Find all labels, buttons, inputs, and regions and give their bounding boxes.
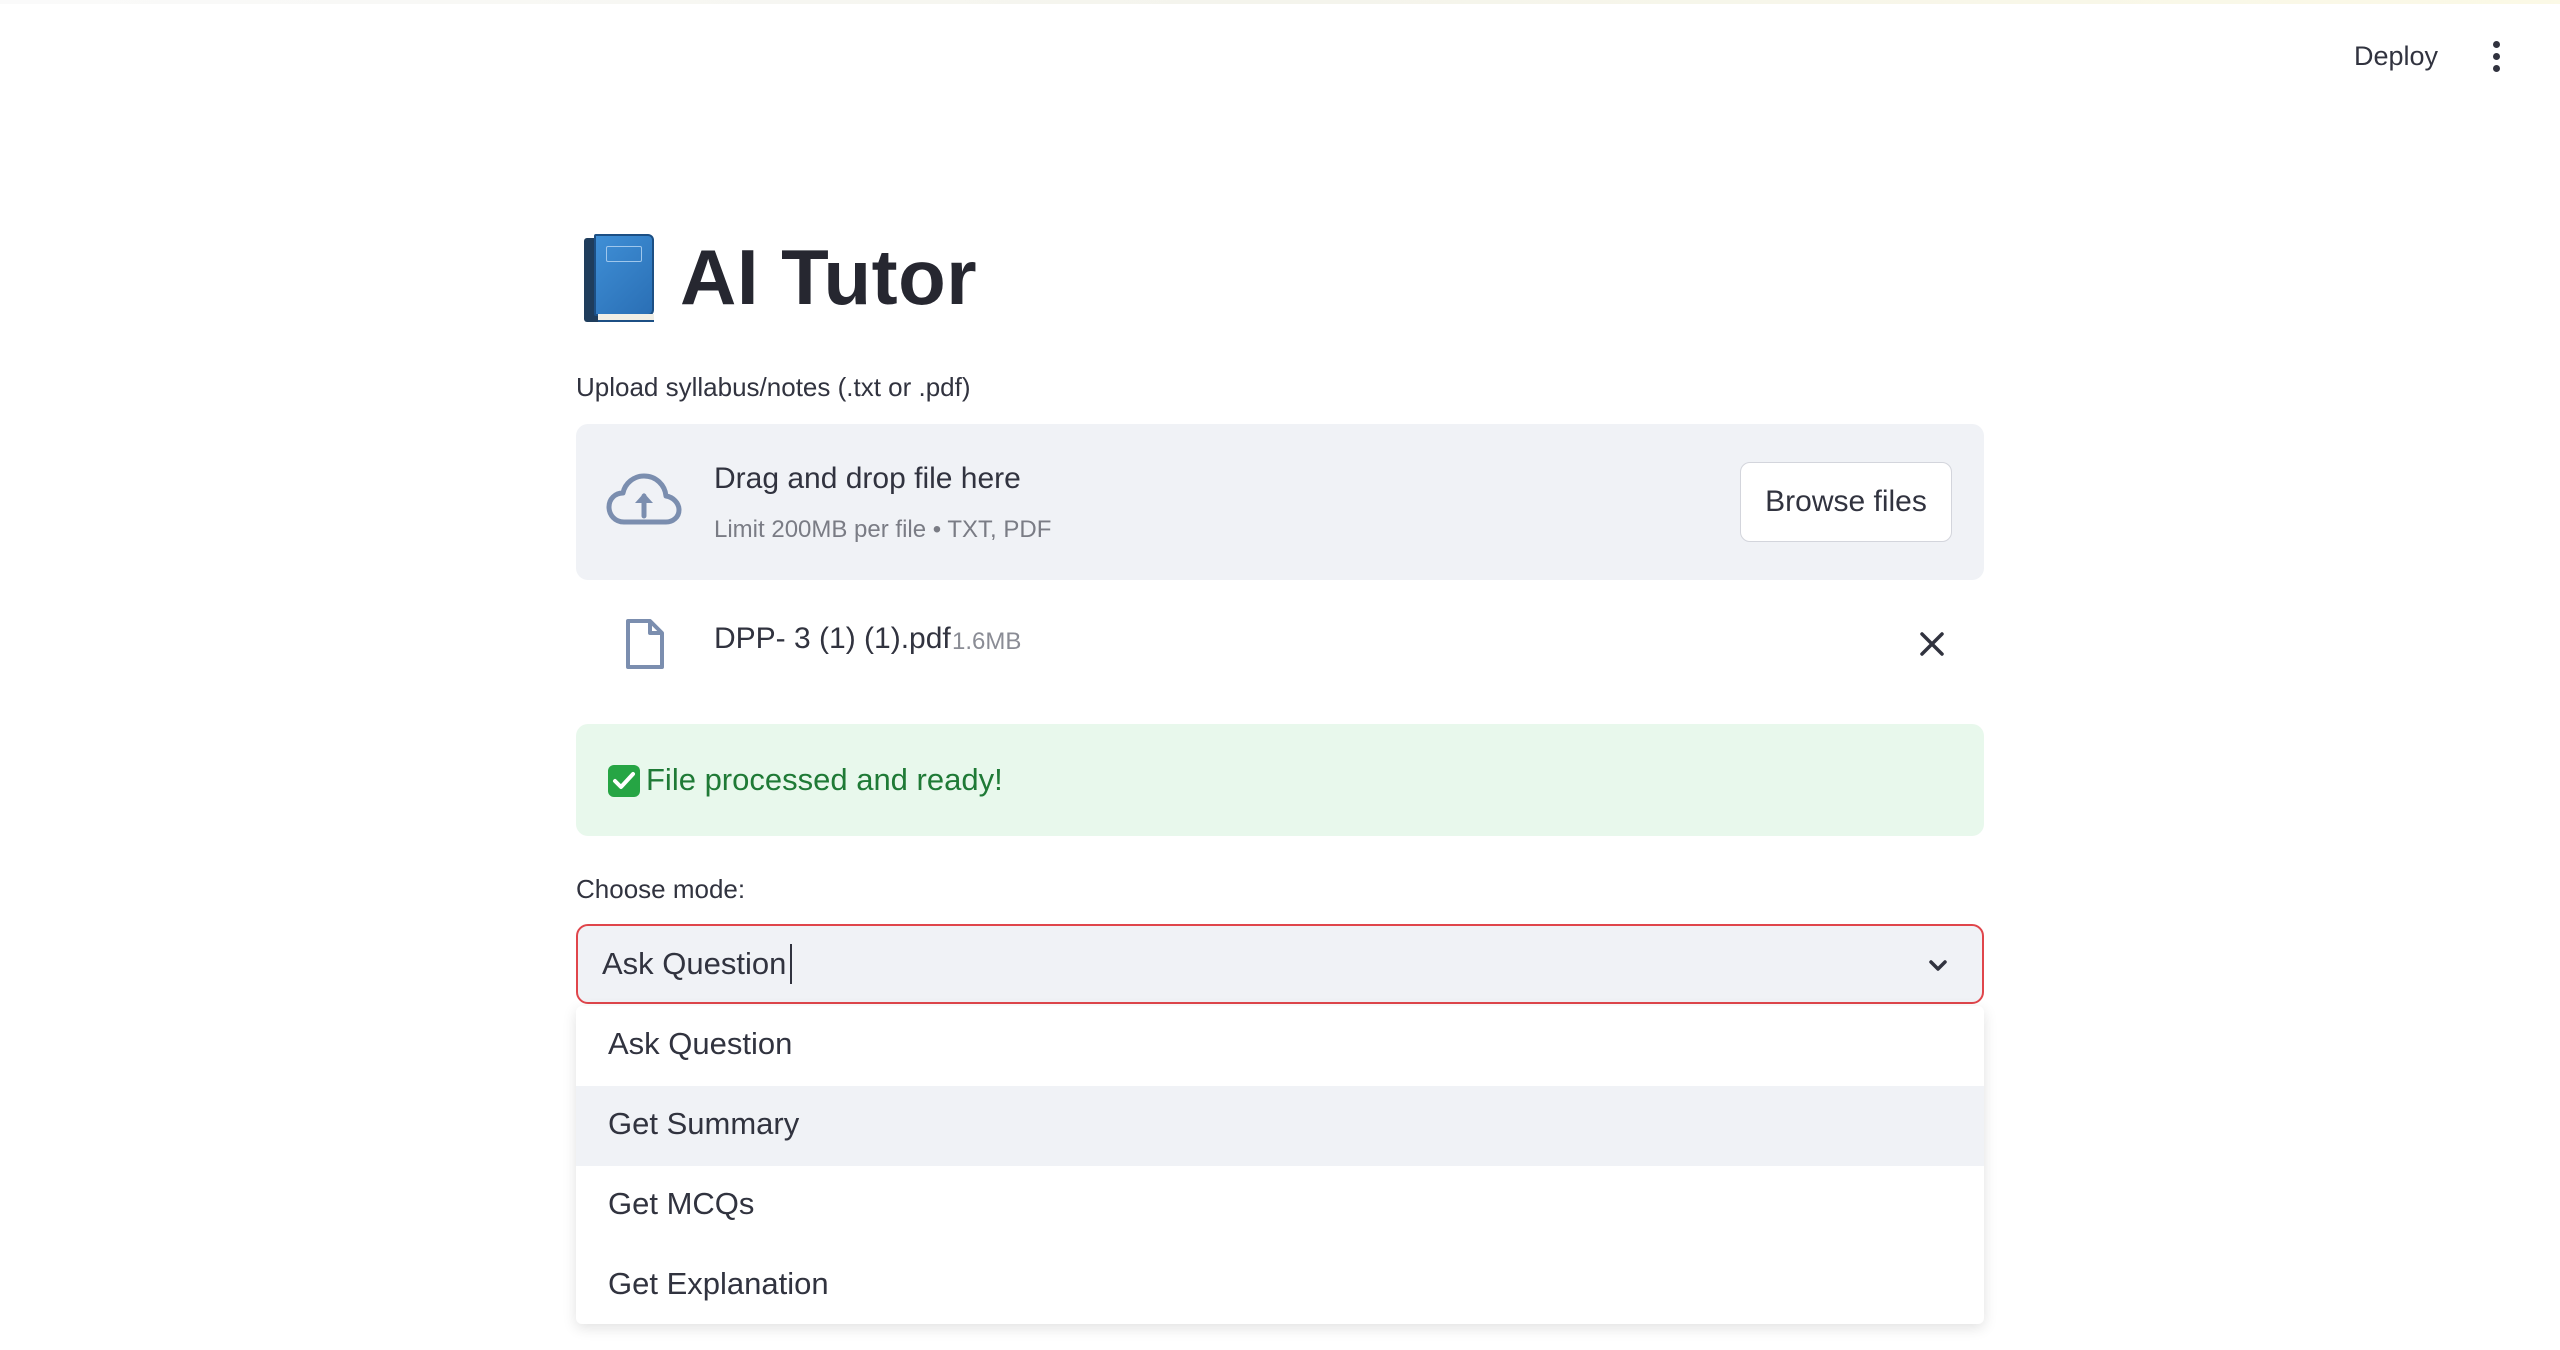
deploy-button[interactable]: Deploy bbox=[2336, 30, 2456, 82]
uploaded-file-row: DPP- 3 (1) (1).pdf 1.6MB bbox=[576, 604, 1984, 684]
close-icon[interactable] bbox=[1912, 624, 1952, 664]
mode-option-get-mcqs[interactable]: Get MCQs bbox=[576, 1166, 1984, 1246]
mode-dropdown-list: Ask Question Get Summary Get MCQs Get Ex… bbox=[576, 1006, 1984, 1324]
dropzone-subtitle: Limit 200MB per file • TXT, PDF bbox=[714, 516, 1052, 543]
file-dropzone[interactable]: Drag and drop file here Limit 200MB per … bbox=[576, 424, 1984, 580]
option-label: Ask Question bbox=[608, 1026, 793, 1061]
upload-label: Upload syllabus/notes (.txt or .pdf) bbox=[576, 372, 971, 402]
option-label: Get Explanation bbox=[608, 1266, 829, 1301]
check-mark-icon bbox=[608, 765, 640, 797]
blue-book-icon bbox=[584, 233, 656, 322]
mode-selected-text: Ask Question bbox=[602, 946, 787, 982]
mode-option-ask-question[interactable]: Ask Question bbox=[576, 1006, 1984, 1086]
app-header: Deploy bbox=[0, 0, 2560, 100]
text-caret bbox=[790, 944, 793, 984]
mode-option-get-explanation[interactable]: Get Explanation bbox=[576, 1246, 1984, 1324]
success-alert: File processed and ready! bbox=[576, 724, 1984, 836]
uploaded-file-name: DPP- 3 (1) (1).pdf bbox=[714, 622, 951, 655]
cloud-upload-icon bbox=[606, 473, 682, 525]
chevron-down-icon[interactable] bbox=[1922, 950, 1954, 982]
mode-label: Choose mode: bbox=[576, 874, 746, 904]
browse-files-button[interactable]: Browse files bbox=[1740, 462, 1952, 542]
mode-option-get-summary[interactable]: Get Summary bbox=[576, 1086, 1984, 1166]
mode-select[interactable]: Ask Question bbox=[576, 924, 1984, 1004]
dropzone-title: Drag and drop file here bbox=[714, 462, 1021, 495]
mode-select-value[interactable]: Ask Question bbox=[602, 944, 793, 986]
option-label: Get MCQs bbox=[608, 1186, 755, 1221]
file-icon bbox=[626, 619, 664, 669]
page-title: AI Tutor bbox=[680, 233, 978, 321]
option-label: Get Summary bbox=[608, 1106, 800, 1141]
page-title-row: AI Tutor bbox=[584, 232, 977, 323]
kebab-menu-icon[interactable] bbox=[2476, 34, 2516, 78]
success-message: File processed and ready! bbox=[646, 762, 1003, 797]
uploaded-file-size: 1.6MB bbox=[952, 628, 1022, 655]
